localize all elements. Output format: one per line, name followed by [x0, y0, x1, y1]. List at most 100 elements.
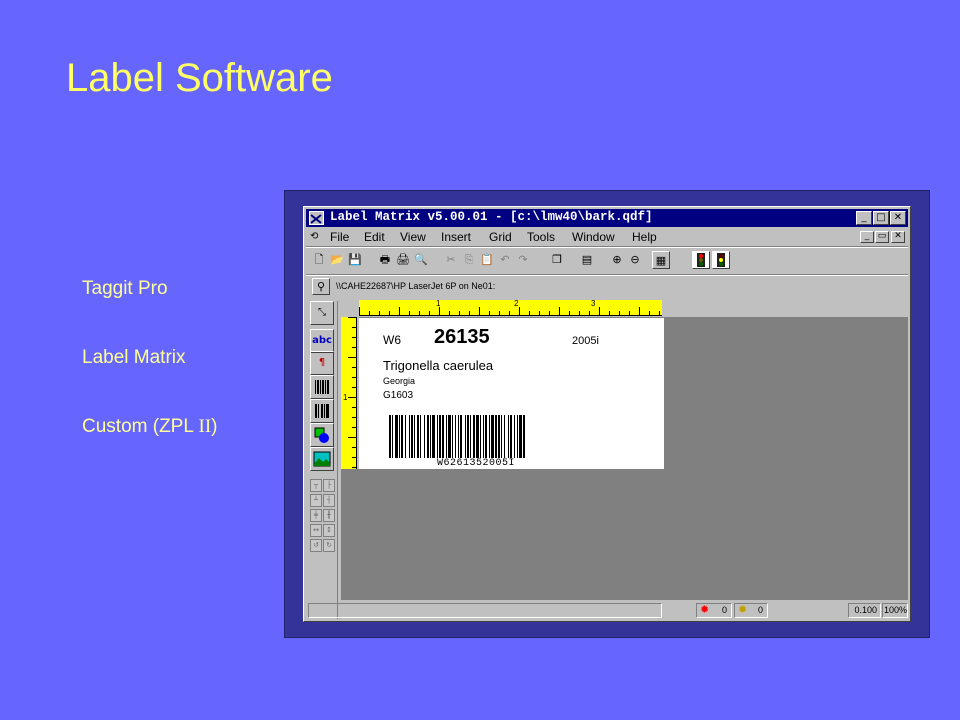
copy-icon[interactable]: ⎘ [460, 251, 478, 269]
title-bar[interactable]: Label Matrix v5.00.01 - [c:\lmw40\bark.q… [306, 209, 908, 227]
redo-icon[interactable]: ↷ [514, 251, 532, 269]
barcode-bar [514, 415, 515, 458]
shapes-tool-icon[interactable] [310, 423, 334, 447]
zoom-in-icon[interactable]: ⊕ [608, 251, 626, 269]
label-location[interactable]: Georgia [383, 376, 415, 386]
menu-grid[interactable]: Grid [489, 230, 512, 244]
barcode-bar [399, 415, 400, 458]
top-ruler-label-3: 3 [591, 299, 596, 308]
paragraph-tool-icon[interactable]: ¶ [310, 351, 334, 375]
mdi-minimize-button[interactable]: _ [860, 231, 874, 243]
barcode-bar [411, 415, 413, 458]
print-icon[interactable]: 🖶 [376, 251, 394, 269]
bullet-custom-zpl-roman: II [198, 416, 212, 437]
barcode-bar [467, 415, 469, 458]
left-ruler-label-1: 1 [343, 393, 348, 402]
barcode-bar [455, 415, 456, 458]
label-code[interactable]: W6 [383, 333, 401, 347]
duplicate-icon[interactable]: ❐ [548, 251, 566, 269]
barcode-bar [473, 415, 475, 458]
barcode-bar [476, 415, 479, 458]
align-bottom-icon[interactable]: ┴ [310, 494, 322, 507]
2d-barcode-tool-icon[interactable] [310, 399, 334, 423]
cut-icon[interactable]: ✂ [442, 251, 460, 269]
picture-tool-icon[interactable] [310, 447, 334, 471]
printer-select-icon[interactable]: ⚲ [312, 278, 330, 295]
status-error-count: 0 [721, 605, 727, 615]
barcode-bar [442, 415, 444, 458]
barcode-bar [448, 415, 451, 458]
zoom-out-icon[interactable]: ⊖ [626, 251, 644, 269]
traffic-light-yellow-icon[interactable] [712, 251, 730, 269]
maximize-button[interactable]: □ [873, 211, 889, 225]
text-tool[interactable]: abc [310, 329, 334, 353]
barcode-bar [498, 415, 500, 458]
barcode-bar [504, 415, 505, 458]
label-preview[interactable]: W6 26135 2005i Trigonella caerulea Georg… [359, 318, 664, 469]
printer-path: \\CAHE22687\HP LaserJet 6P on Ne01: [336, 281, 496, 291]
rotate-left-icon[interactable]: ↺ [310, 539, 322, 552]
same-width-icon[interactable]: ↔ [310, 524, 322, 537]
label-number[interactable]: 26135 [434, 326, 490, 349]
label-barcode-text[interactable]: W6261352005I [437, 458, 515, 469]
undo-icon[interactable]: ↶ [496, 251, 514, 269]
toolbar-separator [306, 274, 908, 276]
minimize-button[interactable]: _ [856, 211, 872, 225]
select-pointer-tool-icon[interactable]: ⤡ [310, 301, 334, 325]
menu-tools[interactable]: Tools [527, 230, 555, 244]
menu-help[interactable]: Help [632, 230, 657, 244]
print-setup-icon[interactable]: 🖨 [394, 251, 412, 269]
menu-window[interactable]: Window [572, 230, 615, 244]
label-species[interactable]: Trigonella caerulea [383, 358, 493, 373]
close-button[interactable]: ✕ [890, 211, 906, 225]
menu-view[interactable]: View [400, 230, 426, 244]
menu-file[interactable]: File [330, 230, 349, 244]
toolbar: 🗋 📂 💾 🖶 🖨 🔍 ✂ ⎘ 📋 ↶ ↷ ❐ ▤ ⊕ ⊖ ▦ [306, 249, 908, 273]
status-errors: ✹ 0 [696, 603, 732, 618]
design-canvas[interactable]: W6 26135 2005i Trigonella caerulea Georg… [359, 317, 908, 600]
properties-icon[interactable]: ▤ [578, 251, 596, 269]
top-ruler: 1 2 3 [359, 299, 662, 316]
save-disk-icon[interactable]: 💾 [346, 251, 364, 269]
barcode-bar [389, 415, 391, 458]
menu-insert[interactable]: Insert [441, 230, 471, 244]
barcode-bar [420, 415, 421, 458]
barcode-bar [424, 415, 425, 458]
new-file-icon[interactable]: 🗋 [310, 251, 328, 269]
database-icon[interactable]: ▦ [652, 251, 670, 269]
barcode-bar [491, 415, 494, 458]
print-preview-icon[interactable]: 🔍 [412, 251, 430, 269]
barcode-bar [523, 415, 525, 458]
same-height-icon[interactable]: ↕ [323, 524, 335, 537]
align-left-icon[interactable]: ├ [323, 479, 335, 492]
align-right-icon[interactable]: ┤ [323, 494, 335, 507]
barcode-tool-icon[interactable] [310, 375, 334, 399]
barcode-bar [485, 415, 487, 458]
align-top-icon[interactable]: ┬ [310, 479, 322, 492]
mdi-restore-button[interactable]: ▭ [875, 231, 889, 243]
barcode-bar [395, 415, 398, 458]
label-id[interactable]: 2005i [572, 335, 599, 347]
status-coords: 0.100 [848, 603, 881, 618]
barcode-bar [483, 415, 484, 458]
label-barcode[interactable] [389, 415, 575, 458]
barcode-bar [432, 415, 435, 458]
traffic-light-red-icon[interactable] [692, 251, 710, 269]
left-ruler: 1 [341, 317, 357, 469]
center-vertical-icon[interactable]: ╪ [310, 509, 322, 522]
center-horizontal-icon[interactable]: ╫ [323, 509, 335, 522]
app-icon[interactable] [309, 211, 324, 225]
rotate-right-icon[interactable]: ↻ [323, 539, 335, 552]
barcode-bar [437, 415, 438, 458]
barcode-bar [508, 415, 509, 458]
menu-edit[interactable]: Edit [364, 230, 385, 244]
open-folder-icon[interactable]: 📂 [328, 251, 346, 269]
error-sun-icon: ✹ [700, 604, 710, 616]
barcode-bar [495, 415, 497, 458]
document-menu-icon[interactable]: ⟲ [310, 231, 318, 242]
barcode-bar [458, 415, 459, 458]
label-accession[interactable]: G1603 [383, 390, 413, 401]
paste-icon[interactable]: 📋 [478, 251, 496, 269]
mdi-close-button[interactable]: ✕ [891, 231, 905, 243]
bullet-custom-zpl-prefix: Custom (ZPL [82, 416, 199, 437]
